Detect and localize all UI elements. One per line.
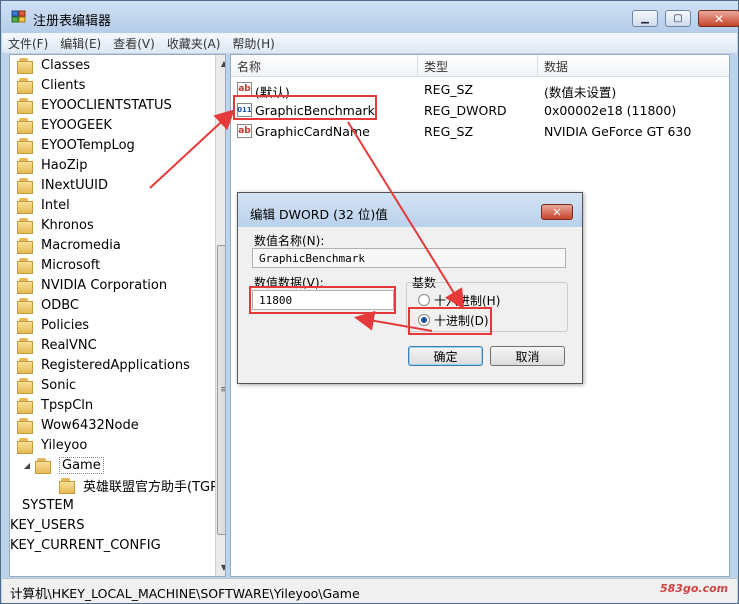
watermark-logo: 583go.com [660,582,729,595]
minimize-button[interactable]: ▁ [632,10,658,27]
folder-open-icon [34,458,52,474]
close-button[interactable]: ✕ [698,10,739,27]
scroll-down-icon[interactable]: ▼ [216,559,225,575]
tree-item[interactable]: Intel [16,195,70,215]
tree-scrollbar[interactable]: ▲ ≡ ▼ [215,55,225,576]
tree-item[interactable]: ODBC [16,295,79,315]
folder-icon [16,118,34,134]
menu-view[interactable]: 查看(V) [107,35,161,52]
scroll-up-icon[interactable]: ▲ [216,55,225,71]
folder-icon [16,78,34,94]
folder-icon [16,158,34,174]
folder-icon [16,178,34,194]
folder-icon [16,398,34,414]
folder-icon [16,358,34,374]
folder-icon [16,318,34,334]
folder-icon [16,258,34,274]
folder-icon [16,278,34,294]
folder-icon [16,378,34,394]
highlight-box [233,95,377,120]
tree-item[interactable]: Sonic [16,375,76,395]
column-data[interactable]: 数据 [544,58,568,75]
value-data: 0x00002e18 (11800) [544,103,677,118]
cancel-button[interactable]: 取消 [490,346,565,366]
dialog-close-button[interactable]: ✕ [541,204,573,220]
menu-edit[interactable]: 编辑(E) [54,35,107,52]
tree-item[interactable]: TpspCln [16,395,93,415]
folder-icon [16,338,34,354]
value-type: REG_DWORD [424,103,507,118]
column-divider[interactable] [417,55,418,77]
column-name[interactable]: 名称 [237,58,261,75]
tree-item[interactable]: Classes [16,55,90,75]
folder-icon [16,298,34,314]
folder-icon [58,478,76,494]
dialog-title-bar: 编辑 DWORD (32 位)值 ✕ [238,193,582,227]
column-divider[interactable] [537,55,538,77]
value-type: REG_SZ [424,82,474,97]
status-path: 计算机\HKEY_LOCAL_MACHINE\SOFTWARE\Yileyoo\… [10,586,360,601]
tree-item-child[interactable]: 英雄联盟官方助手(TGP) [58,475,223,495]
tree-item[interactable]: Wow6432Node [16,415,139,435]
menu-bar: 文件(F) 编辑(E) 查看(V) 收藏夹(A) 帮助(H) [2,33,737,53]
tree-root-item[interactable]: KEY_CURRENT_CONFIG [10,535,161,555]
menu-favorites[interactable]: 收藏夹(A) [161,35,227,52]
tree-item[interactable]: RealVNC [16,335,97,355]
highlight-box [408,307,492,335]
folder-icon [16,238,34,254]
value-data: NVIDIA GeForce GT 630 [544,124,692,139]
tree-item[interactable]: EYOOCLIENTSTATUS [16,95,172,115]
value-name-field: GraphicBenchmark [252,248,566,268]
tree-item[interactable]: INextUUID [16,175,108,195]
tree-item[interactable]: RegisteredApplications [16,355,190,375]
maximize-button[interactable]: ▢ [665,10,691,27]
registry-editor-icon [11,10,26,23]
menu-help[interactable]: 帮助(H) [226,35,280,52]
folder-icon [16,418,34,434]
window-title: 注册表编辑器 [33,14,112,29]
key-tree-pane[interactable]: Classes Clients EYOOCLIENTSTATUS EYOOGEE… [9,54,226,577]
tree-item[interactable]: Clients [16,75,85,95]
column-type[interactable]: 类型 [424,58,448,75]
folder-icon [16,218,34,234]
tree-item[interactable]: Khronos [16,215,94,235]
highlight-box [249,286,396,314]
value-data: (数值未设置) [544,85,617,100]
dialog-title: 编辑 DWORD (32 位)值 [250,207,388,222]
folder-icon [16,58,34,74]
tree-item[interactable]: EYOOTempLog [16,135,135,155]
radio-hex-icon[interactable] [418,294,430,306]
tree-item[interactable]: HaoZip [16,155,87,175]
scroll-thumb[interactable]: ≡ [217,245,225,535]
collapse-triangle-icon[interactable]: ◢ [22,461,32,470]
tree-item[interactable]: Yileyoo [16,435,87,455]
value-type: REG_SZ [424,124,474,139]
list-row[interactable]: ab GraphicCardName REG_SZ NVIDIA GeForce… [231,121,729,142]
tree-item[interactable]: Microsoft [16,255,100,275]
ok-button[interactable]: 确定 [408,346,483,366]
tree-root-item[interactable]: KEY_USERS [10,515,84,535]
folder-icon [16,98,34,114]
folder-icon [16,198,34,214]
status-bar: 计算机\HKEY_LOCAL_MACHINE\SOFTWARE\Yileyoo\… [2,578,737,603]
value-name-label: 数值名称(N): [254,234,325,248]
title-bar: 注册表编辑器 ▁ ▢ ✕ [1,1,739,33]
tree-item[interactable]: NVIDIA Corporation [16,275,167,295]
string-value-icon: ab [237,82,252,96]
value-name: GraphicCardName [255,124,370,139]
tree-item[interactable]: Macromedia [16,235,121,255]
folder-icon [16,438,34,454]
string-value-icon: ab [237,124,252,138]
tree-item[interactable]: Policies [16,315,89,335]
folder-icon [16,138,34,154]
tree-root-item[interactable]: SYSTEM [12,495,74,515]
tree-item[interactable]: EYOOGEEK [16,115,112,135]
menu-file[interactable]: 文件(F) [2,35,54,52]
list-header: 名称 类型 数据 [231,55,729,77]
tree-item-selected[interactable]: ◢ Game [22,455,104,475]
